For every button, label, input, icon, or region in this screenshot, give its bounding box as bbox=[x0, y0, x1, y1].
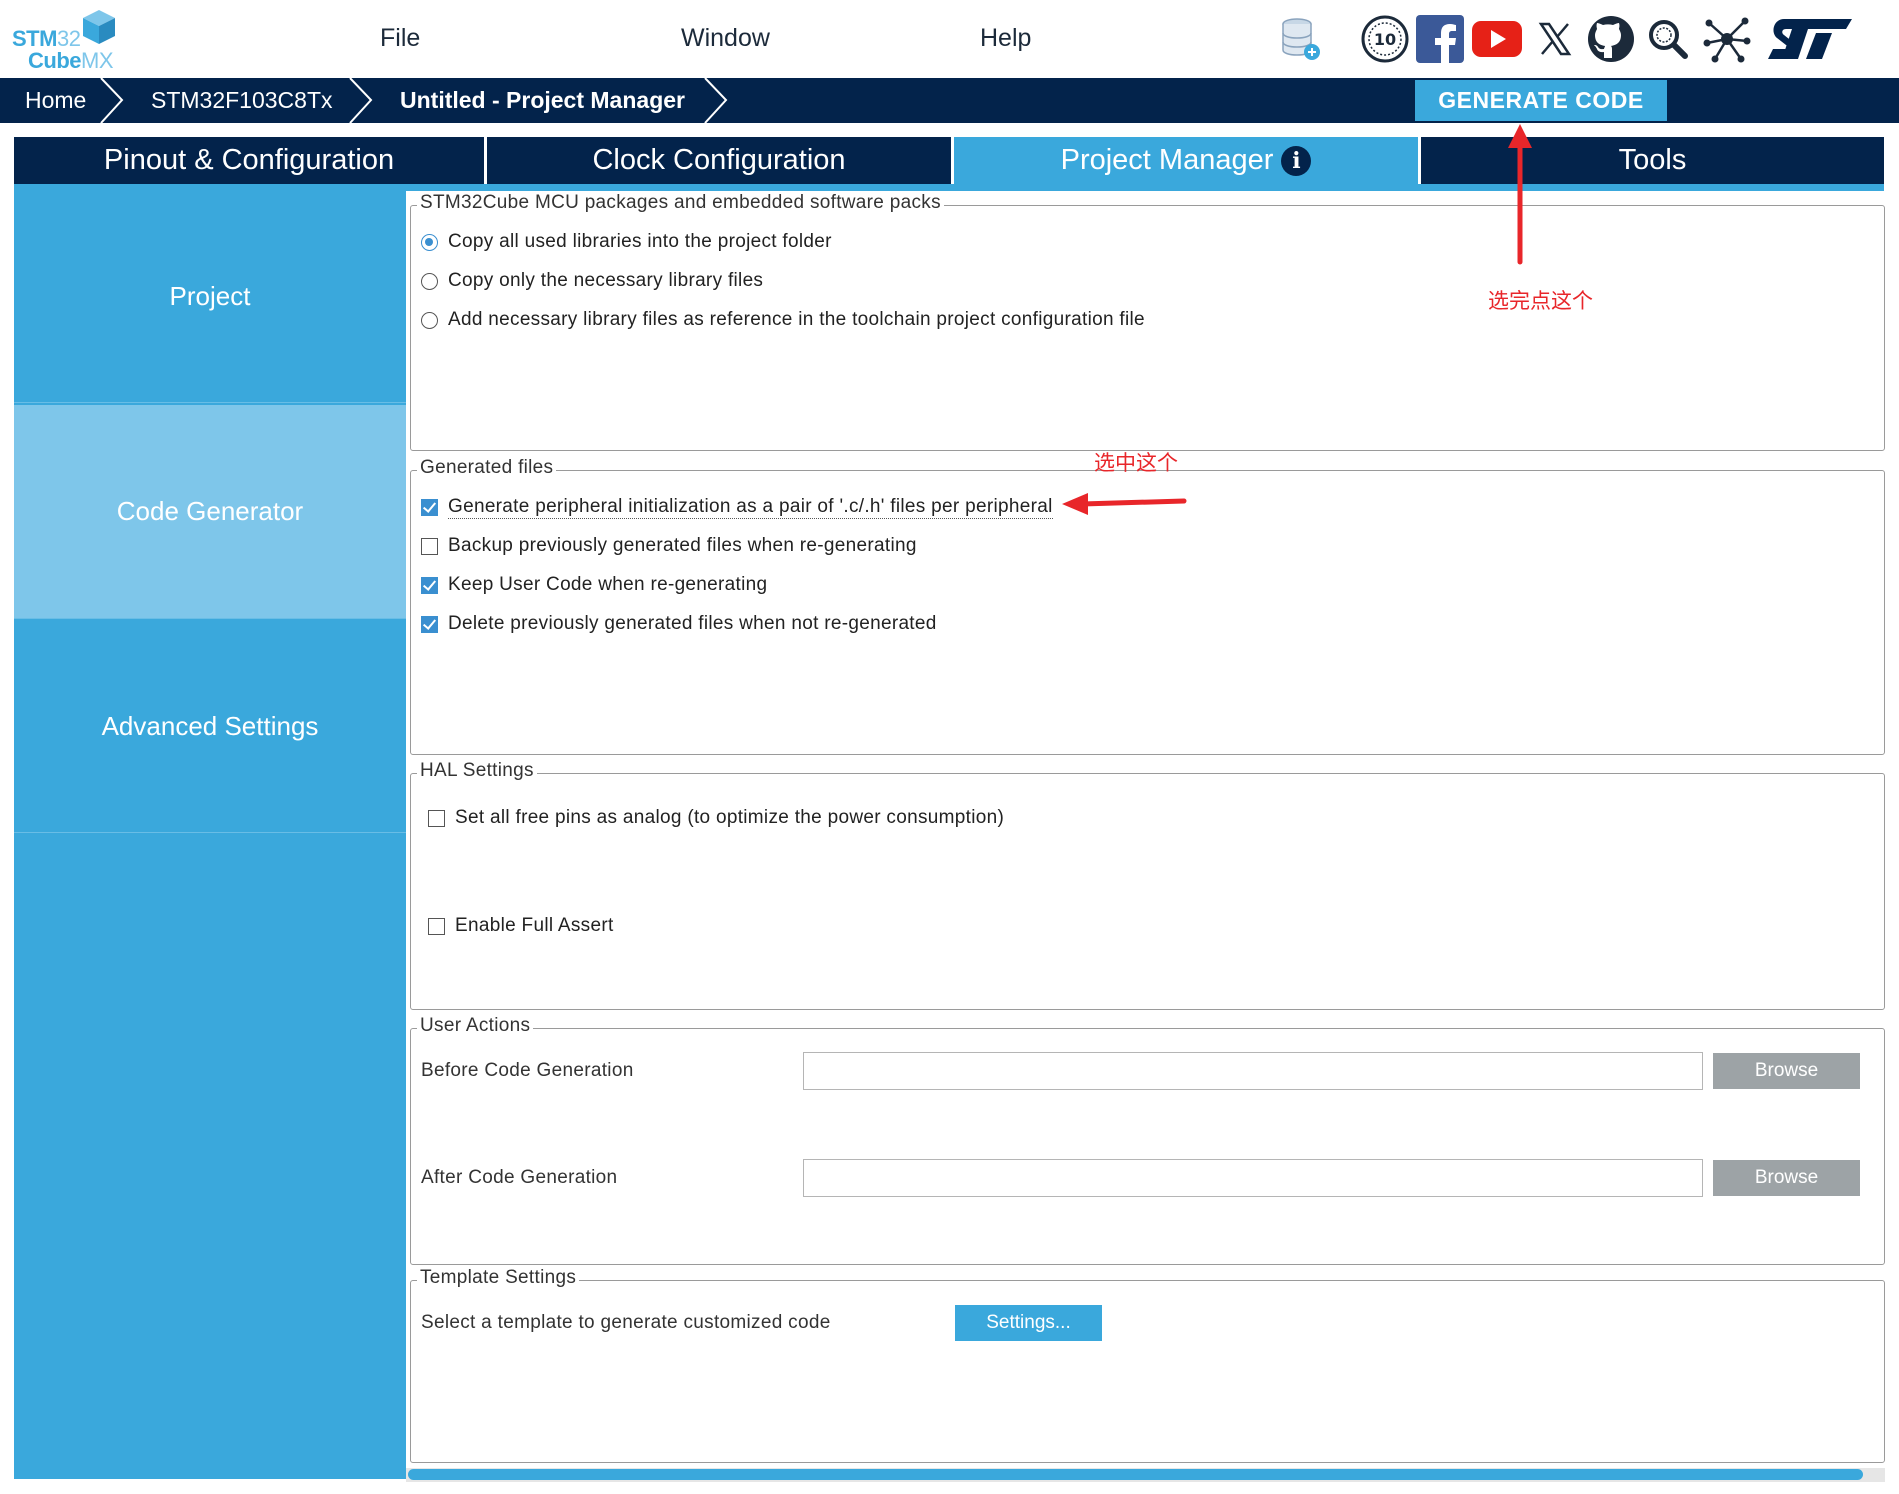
chevron-right-icon bbox=[100, 78, 124, 123]
checkbox[interactable] bbox=[421, 499, 438, 516]
svg-text:10: 10 bbox=[1374, 30, 1396, 49]
menu-bar: STM32 CubeMX File Window Help 10 bbox=[0, 0, 1899, 78]
radio-button[interactable] bbox=[421, 311, 438, 329]
cube-logo-icon bbox=[83, 10, 115, 44]
menu-file[interactable]: File bbox=[380, 24, 420, 53]
radio-button[interactable] bbox=[421, 233, 438, 251]
tab-clock-configuration[interactable]: Clock Configuration bbox=[487, 137, 951, 184]
checkbox-full-assert[interactable]: Enable Full Assert bbox=[428, 915, 614, 937]
st-logo-icon[interactable] bbox=[1760, 12, 1860, 66]
before-generation-label: Before Code Generation bbox=[421, 1060, 634, 1081]
tab-tools[interactable]: Tools bbox=[1421, 137, 1884, 184]
facebook-icon[interactable] bbox=[1413, 12, 1467, 66]
sidebar-item-project[interactable]: Project bbox=[14, 191, 406, 403]
breadcrumb-project[interactable]: Untitled - Project Manager bbox=[400, 78, 685, 123]
x-icon[interactable] bbox=[1528, 12, 1582, 66]
before-generation-input[interactable] bbox=[803, 1052, 1703, 1090]
database-update-icon[interactable] bbox=[1274, 12, 1328, 66]
checkbox-label: Backup previously generated files when r… bbox=[448, 535, 917, 556]
checkbox-delete-old-files[interactable]: Delete previously generated files when n… bbox=[421, 613, 937, 635]
template-settings-legend: Template Settings bbox=[417, 1267, 580, 1289]
generated-files-legend: Generated files bbox=[417, 457, 557, 479]
checkbox-label: Keep User Code when re-generating bbox=[448, 574, 768, 595]
annotation-arrow-left bbox=[1062, 493, 1187, 515]
horizontal-scrollbar-thumb[interactable] bbox=[408, 1469, 1863, 1480]
radio-label: Copy all used libraries into the project… bbox=[448, 231, 832, 252]
checkbox-label: Delete previously generated files when n… bbox=[448, 613, 937, 634]
radio-label: Add necessary library files as reference… bbox=[448, 309, 1145, 330]
checkbox-label: Enable Full Assert bbox=[455, 915, 614, 936]
radio-copy-necessary-files[interactable]: Copy only the necessary library files bbox=[421, 270, 763, 292]
info-icon[interactable]: i bbox=[1281, 145, 1312, 176]
after-generation-input[interactable] bbox=[803, 1159, 1703, 1197]
network-icon[interactable] bbox=[1700, 12, 1754, 66]
sidebar-item-advanced-settings[interactable]: Advanced Settings bbox=[14, 621, 406, 833]
stm32cubemx-logo: STM32 CubeMX bbox=[12, 8, 122, 73]
user-actions-legend: User Actions bbox=[417, 1015, 534, 1037]
checkbox[interactable] bbox=[428, 809, 445, 827]
search-icon[interactable] bbox=[1641, 12, 1695, 66]
annotation-arrow-up bbox=[1508, 124, 1532, 265]
checkbox[interactable] bbox=[421, 576, 438, 594]
browse-after-button[interactable]: Browse bbox=[1713, 1160, 1860, 1196]
tab-pinout-configuration[interactable]: Pinout & Configuration bbox=[14, 137, 484, 184]
checkbox-backup-files[interactable]: Backup previously generated files when r… bbox=[421, 535, 917, 557]
browse-before-button[interactable]: Browse bbox=[1713, 1053, 1860, 1089]
template-label: Select a template to generate customized… bbox=[421, 1312, 831, 1333]
tab-underline bbox=[14, 184, 1884, 191]
after-generation-label: After Code Generation bbox=[421, 1167, 618, 1188]
checkbox-generate-peripheral-pair[interactable]: Generate peripheral initialization as a … bbox=[421, 496, 1053, 519]
checkbox-label: Generate peripheral initialization as a … bbox=[448, 496, 1053, 519]
chevron-right-icon bbox=[349, 78, 373, 123]
checkbox[interactable] bbox=[428, 917, 445, 935]
chevron-right-icon bbox=[704, 78, 728, 123]
radio-button[interactable] bbox=[421, 272, 438, 290]
breadcrumb-mcu[interactable]: STM32F103C8Tx bbox=[151, 78, 333, 123]
menu-window[interactable]: Window bbox=[681, 24, 770, 53]
checkbox-keep-user-code[interactable]: Keep User Code when re-generating bbox=[421, 574, 767, 596]
template-settings-button[interactable]: Settings... bbox=[955, 1305, 1102, 1341]
tab-project-manager[interactable]: Project Manager i bbox=[954, 137, 1418, 184]
github-icon[interactable] bbox=[1584, 12, 1638, 66]
hal-settings-legend: HAL Settings bbox=[417, 760, 537, 782]
generate-code-button[interactable]: GENERATE CODE bbox=[1415, 80, 1667, 121]
sidebar: Project Code Generator Advanced Settings bbox=[14, 191, 406, 1479]
template-settings-group: Template Settings bbox=[410, 1267, 1885, 1463]
checkbox[interactable] bbox=[421, 615, 438, 633]
annotation-checkbox-hint: 选中这个 bbox=[1094, 452, 1178, 475]
youtube-icon[interactable] bbox=[1470, 12, 1524, 66]
annotation-generate-hint: 选完点这个 bbox=[1488, 290, 1593, 313]
packs-legend: STM32Cube MCU packages and embedded soft… bbox=[417, 192, 944, 214]
anniversary-badge-icon[interactable]: 10 bbox=[1358, 12, 1412, 66]
checkbox-free-pins-analog[interactable]: Set all free pins as analog (to optimize… bbox=[428, 807, 1004, 829]
menu-help[interactable]: Help bbox=[980, 24, 1031, 53]
tab-project-manager-label: Project Manager bbox=[1060, 144, 1274, 176]
radio-add-as-reference[interactable]: Add necessary library files as reference… bbox=[421, 309, 1145, 331]
radio-copy-all-libraries[interactable]: Copy all used libraries into the project… bbox=[421, 231, 832, 253]
checkbox[interactable] bbox=[421, 537, 438, 555]
breadcrumb-home[interactable]: Home bbox=[25, 78, 86, 123]
checkbox-label: Set all free pins as analog (to optimize… bbox=[455, 807, 1005, 828]
radio-label: Copy only the necessary library files bbox=[448, 270, 764, 291]
sidebar-item-code-generator[interactable]: Code Generator bbox=[14, 405, 406, 619]
